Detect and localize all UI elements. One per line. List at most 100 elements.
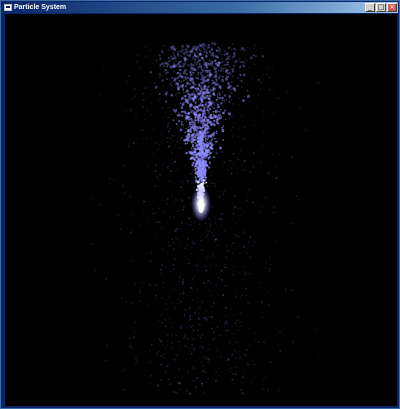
particle <box>214 368 216 370</box>
particle <box>186 244 189 246</box>
particle <box>168 180 171 183</box>
particle <box>196 161 199 164</box>
particle <box>233 86 235 88</box>
particle <box>262 132 265 135</box>
particle <box>195 138 198 141</box>
particle <box>196 288 198 291</box>
particle <box>203 391 206 394</box>
particle <box>121 121 124 123</box>
particle <box>155 285 157 287</box>
particle <box>196 73 199 76</box>
particle <box>169 216 171 219</box>
particle <box>182 88 185 91</box>
particle <box>238 92 240 94</box>
particle <box>225 256 228 258</box>
particle <box>198 59 202 62</box>
particle <box>240 311 242 313</box>
particle <box>274 75 276 77</box>
particle <box>214 156 216 159</box>
title-bar[interactable]: Particle System _ □ × <box>2 2 398 13</box>
particle <box>246 59 248 62</box>
particle <box>159 173 162 176</box>
particle <box>203 317 206 320</box>
particle <box>231 75 234 77</box>
particle <box>305 129 307 132</box>
particle <box>301 155 303 157</box>
particle <box>248 66 250 69</box>
particle <box>221 91 224 94</box>
particle <box>201 116 203 119</box>
particle <box>175 355 177 357</box>
particle <box>178 60 181 63</box>
particle <box>182 110 184 113</box>
particle <box>171 175 173 177</box>
particle <box>274 240 277 243</box>
particle <box>181 368 184 371</box>
particle <box>197 77 200 80</box>
particle <box>215 117 217 119</box>
particle <box>206 258 208 260</box>
particle <box>155 59 158 62</box>
particle <box>175 81 177 84</box>
particle <box>209 118 211 120</box>
particle <box>204 295 207 297</box>
particle <box>142 138 145 140</box>
particle <box>200 162 203 165</box>
particle <box>127 182 129 184</box>
close-button[interactable]: × <box>387 3 397 12</box>
particle <box>172 170 174 172</box>
maximize-button[interactable]: □ <box>376 3 386 12</box>
particle <box>233 242 235 245</box>
minimize-button[interactable]: _ <box>365 3 375 12</box>
particle <box>193 149 197 153</box>
particle <box>242 53 245 55</box>
particle <box>242 51 245 53</box>
particle <box>203 54 205 56</box>
particle <box>273 304 275 306</box>
particle <box>93 233 95 236</box>
particle <box>265 376 267 379</box>
particle <box>184 131 187 134</box>
particle <box>210 62 212 65</box>
emitter-core <box>198 199 204 213</box>
particle <box>229 87 232 91</box>
particle <box>226 200 228 202</box>
particle <box>195 130 198 132</box>
particle <box>155 352 158 355</box>
particle <box>191 241 194 244</box>
particle <box>231 378 234 381</box>
particle <box>189 98 191 100</box>
particle <box>158 144 161 147</box>
particle <box>188 45 190 48</box>
particle <box>278 154 281 156</box>
particle <box>254 338 257 341</box>
particle <box>181 280 184 283</box>
particle <box>181 96 184 98</box>
particle <box>200 176 204 180</box>
particle <box>202 119 205 122</box>
particle <box>221 100 223 102</box>
particle <box>267 304 270 306</box>
particle <box>192 147 195 149</box>
particle <box>162 249 164 252</box>
window-icon[interactable] <box>4 4 12 11</box>
particle <box>162 276 164 278</box>
particle <box>170 270 172 273</box>
particle <box>222 293 225 296</box>
render-viewport[interactable] <box>5 14 397 406</box>
particle <box>213 302 216 305</box>
particle <box>208 71 211 74</box>
particle <box>196 45 198 47</box>
particle <box>160 380 162 382</box>
particle <box>241 165 243 167</box>
particle <box>204 45 207 48</box>
particle <box>220 247 222 249</box>
particle <box>202 300 204 302</box>
particle <box>154 294 157 297</box>
particle <box>164 302 167 305</box>
particle <box>211 306 213 308</box>
particle <box>166 71 169 74</box>
particle <box>169 384 171 386</box>
particle <box>261 74 264 76</box>
particle <box>211 294 213 296</box>
